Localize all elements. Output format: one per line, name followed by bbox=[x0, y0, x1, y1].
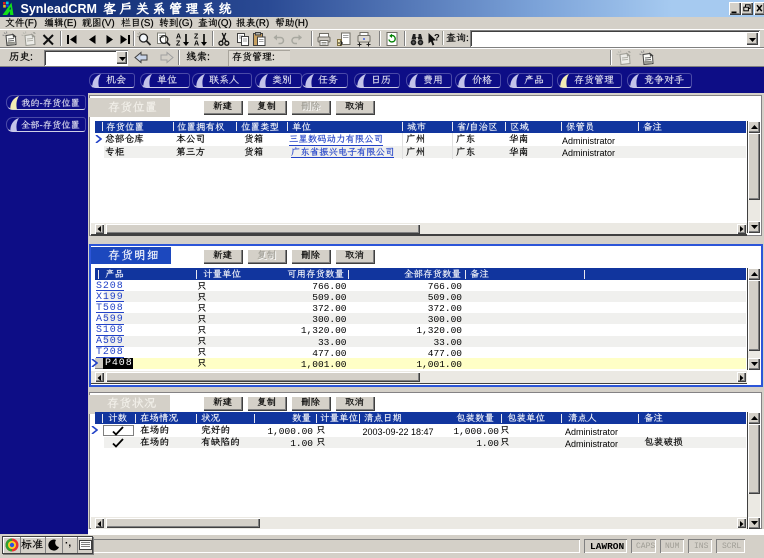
svg-text:A: A bbox=[176, 34, 181, 41]
svg-text:Z: Z bbox=[176, 41, 181, 48]
svg-text:Z: Z bbox=[194, 34, 199, 41]
svg-text:A: A bbox=[194, 41, 199, 48]
svg-text:?: ? bbox=[434, 33, 440, 44]
